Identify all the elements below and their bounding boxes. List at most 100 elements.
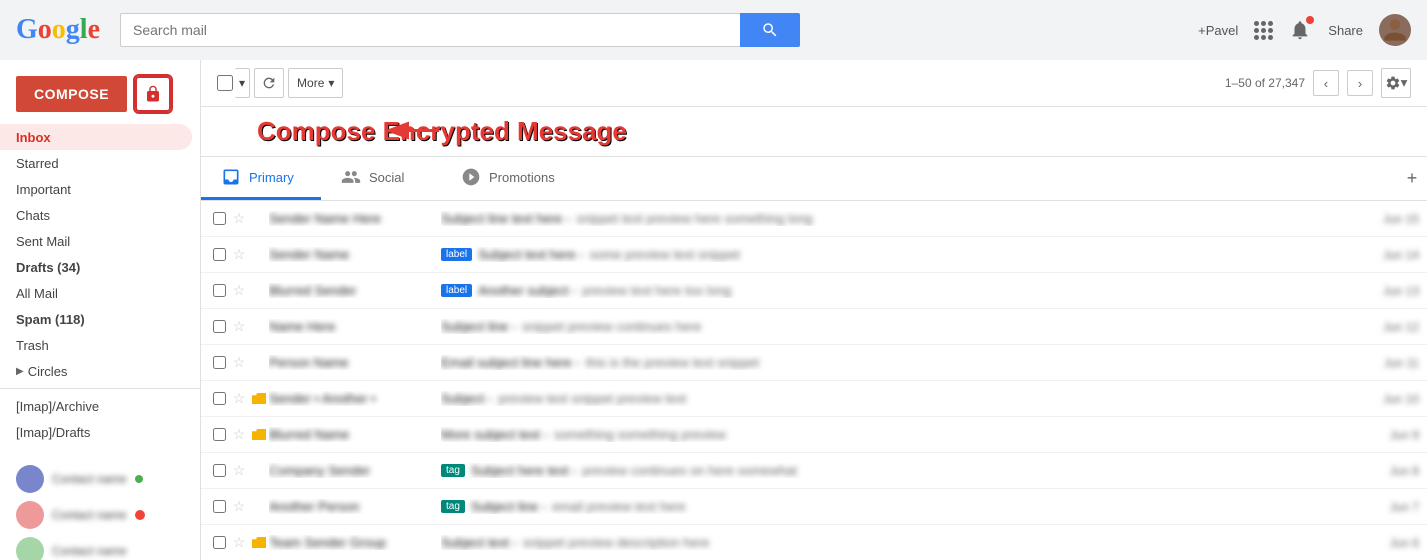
sidebar-item-chats[interactable]: Chats <box>0 202 192 228</box>
prev-page-button[interactable]: ‹ <box>1313 70 1339 96</box>
row-label-3 <box>249 281 269 301</box>
sidebar-item-circles[interactable]: ▶ Circles <box>0 358 192 384</box>
user-avatar[interactable] <box>1379 14 1411 46</box>
notifications-icon[interactable] <box>1288 18 1312 42</box>
row-checkbox-4[interactable] <box>209 317 229 337</box>
row-star-7[interactable]: ☆ <box>229 425 249 445</box>
table-row[interactable]: ☆ Sender Name label Subject text here - … <box>201 237 1427 273</box>
banner-text: Compose Encrypted Message <box>257 116 627 147</box>
table-row[interactable]: ☆ Team Sender Group Subject text - snipp… <box>201 525 1427 560</box>
sidebar-item-trash[interactable]: Trash <box>0 332 192 358</box>
more-button[interactable]: More ▾ <box>288 68 343 98</box>
sidebar-item-inbox[interactable]: Inbox <box>0 124 192 150</box>
row-checkbox-8[interactable] <box>209 461 229 481</box>
top-right-controls: +Pavel Share <box>1198 14 1411 46</box>
email-label-teal-2: tag <box>441 500 465 513</box>
compose-button[interactable]: COMPOSE <box>16 76 127 112</box>
promotions-icon <box>461 167 481 187</box>
sidebar-item-imap-drafts-label: [Imap]/Drafts <box>16 425 90 440</box>
share-link[interactable]: Share <box>1328 23 1363 38</box>
row-star-6[interactable]: ☆ <box>229 389 249 409</box>
contact-avatar-2 <box>16 501 44 529</box>
encrypt-button[interactable] <box>135 76 171 112</box>
row-star-5[interactable]: ☆ <box>229 353 249 373</box>
row-star-8[interactable]: ☆ <box>229 461 249 481</box>
tab-promotions[interactable]: Promotions <box>441 157 575 200</box>
sidebar-item-drafts[interactable]: Drafts (34) <box>0 254 192 280</box>
add-tab-button[interactable]: + <box>1397 164 1427 194</box>
table-row[interactable]: ☆ Blurred Sender label Another subject -… <box>201 273 1427 309</box>
row-star-9[interactable]: ☆ <box>229 497 249 517</box>
email-label-badge: label <box>441 284 472 297</box>
contact-item-2[interactable]: Contact name <box>16 497 184 533</box>
table-row[interactable]: ☆ Blurred Name More subject text - somet… <box>201 417 1427 453</box>
row-checkbox-2[interactable] <box>209 245 229 265</box>
table-row[interactable]: ☆ Another Person tag Subject line - emai… <box>201 489 1427 525</box>
row-checkbox-1[interactable] <box>209 209 229 229</box>
contact-item-1[interactable]: Contact name <box>16 461 184 497</box>
sidebar-item-spam[interactable]: Spam (118) <box>0 306 192 332</box>
email-tabs: Primary Social Promotions + <box>201 157 1427 201</box>
table-row[interactable]: ☆ Name Here Subject line - snippet previ… <box>201 309 1427 345</box>
search-input[interactable] <box>120 13 740 47</box>
search-button[interactable] <box>740 13 800 47</box>
contact-item-3[interactable]: Contact name <box>16 533 184 560</box>
lock-icon <box>144 85 162 103</box>
sidebar: COMPOSE Inbox Starred Important Chats Se… <box>0 60 200 560</box>
row-checkbox-6[interactable] <box>209 389 229 409</box>
tab-primary[interactable]: Primary <box>201 157 321 200</box>
sidebar-item-important[interactable]: Important <box>0 176 192 202</box>
refresh-button[interactable] <box>254 68 284 98</box>
row-label-2 <box>249 245 269 265</box>
row-star-4[interactable]: ☆ <box>229 317 249 337</box>
row-folder-10 <box>249 533 269 553</box>
table-row[interactable]: ☆ Sender Name Here Subject line text her… <box>201 201 1427 237</box>
sidebar-item-allmail[interactable]: All Mail <box>0 280 192 306</box>
notification-dot <box>1306 16 1314 24</box>
user-name-link[interactable]: +Pavel <box>1198 23 1238 38</box>
row-checkbox-9[interactable] <box>209 497 229 517</box>
sidebar-item-imap-drafts[interactable]: [Imap]/Drafts <box>0 419 192 445</box>
sidebar-item-imap-archive[interactable]: [Imap]/Archive <box>0 393 192 419</box>
row-checkbox-3[interactable] <box>209 281 229 301</box>
sidebar-item-starred-label: Starred <box>16 156 59 171</box>
row-date-4: Jun 12 <box>1349 320 1419 334</box>
row-snippet-4: Subject line - snippet preview continues… <box>441 319 1337 334</box>
select-all-checkbox[interactable] <box>217 75 233 91</box>
table-row[interactable]: ☆ Company Sender tag Subject here text -… <box>201 453 1427 489</box>
settings-icon <box>1385 75 1401 91</box>
sidebar-item-starred[interactable]: Starred <box>0 150 192 176</box>
compose-area: COMPOSE <box>0 68 200 124</box>
sidebar-item-chats-label: Chats <box>16 208 50 223</box>
sidebar-item-sent[interactable]: Sent Mail <box>0 228 192 254</box>
row-checkbox-7[interactable] <box>209 425 229 445</box>
sidebar-item-circles-label: Circles <box>28 364 68 379</box>
row-star-10[interactable]: ☆ <box>229 533 249 553</box>
contact-status-1 <box>135 475 143 483</box>
table-row[interactable]: ☆ Sender • Another • Subject - preview t… <box>201 381 1427 417</box>
row-date-7: Jun 9 <box>1349 428 1419 442</box>
row-snippet-1: Subject line text here - snippet text pr… <box>441 211 1337 226</box>
select-dropdown-button[interactable]: ▾ <box>235 68 250 98</box>
settings-button[interactable]: ▾ <box>1381 68 1411 98</box>
sidebar-item-spam-label: Spam (118) <box>16 312 85 327</box>
row-snippet-2: label Subject text here - some preview t… <box>441 247 1337 262</box>
row-sender-1: Sender Name Here <box>269 211 429 226</box>
apps-icon[interactable] <box>1254 21 1272 39</box>
row-star-2[interactable]: ☆ <box>229 245 249 265</box>
row-snippet-5: Email subject line here - this is the pr… <box>441 355 1337 370</box>
row-snippet-6: Subject - preview text snippet preview t… <box>441 391 1337 406</box>
pagination-text: 1–50 of 27,347 <box>1225 76 1305 90</box>
row-star-3[interactable]: ☆ <box>229 281 249 301</box>
more-arrow: ▾ <box>328 76 334 90</box>
row-star-1[interactable]: ☆ <box>229 209 249 229</box>
tab-social[interactable]: Social <box>321 157 441 200</box>
row-checkbox-5[interactable] <box>209 353 229 373</box>
contact-avatar-1 <box>16 465 44 493</box>
select-controls: ▾ <box>217 68 250 98</box>
next-page-button[interactable]: › <box>1347 70 1373 96</box>
table-row[interactable]: ☆ Person Name Email subject line here - … <box>201 345 1427 381</box>
pagination-info: 1–50 of 27,347 ‹ › ▾ <box>1225 68 1411 98</box>
row-checkbox-10[interactable] <box>209 533 229 553</box>
row-date-2: Jun 14 <box>1349 248 1419 262</box>
